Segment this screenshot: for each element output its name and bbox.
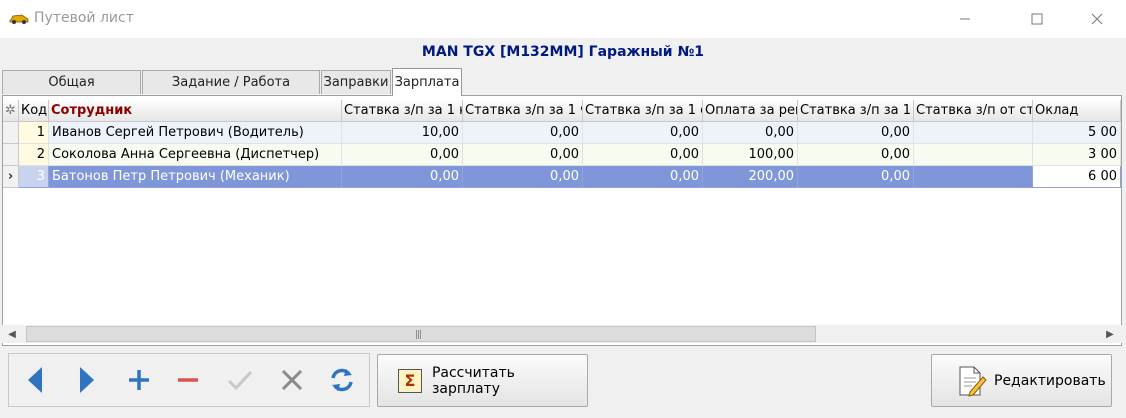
column-header-rate-3[interactable]: Статвка з/п за 1 е: [583, 100, 703, 122]
cell-rate-2: 0,00: [463, 122, 583, 144]
column-header-rate-1[interactable]: Статвка з/п за 1 к: [342, 100, 463, 122]
next-button[interactable]: [69, 362, 105, 398]
cancel-icon: [281, 369, 303, 391]
cell-rate-1: 0,00: [342, 166, 463, 188]
vehicle-title: MAN TGX [М132ММ] Гаражный №1: [421, 44, 705, 60]
cell-rate-1: 0,00: [342, 144, 463, 166]
grid-header: ✲ Код Сотрудник Статвка з/п за 1 к Статв…: [3, 100, 1121, 122]
refresh-button[interactable]: [324, 362, 360, 398]
cell-rate-3: 0,00: [583, 144, 703, 166]
cell-trip-pay: 200,00: [703, 166, 798, 188]
scroll-right-icon[interactable]: ▶: [1102, 325, 1118, 343]
edit-document-icon: [959, 366, 987, 397]
table-row[interactable]: 1 Иванов Сергей Петрович (Водитель) 10,0…: [3, 122, 1121, 144]
title-bar: Путевой лист: [0, 0, 1126, 38]
row-indicator: [3, 122, 19, 144]
tab-salary[interactable]: Зарплата: [392, 68, 462, 96]
cell-trip-pay: 0,00: [703, 122, 798, 144]
cell-kod: 3: [19, 166, 49, 188]
table-row[interactable]: 2 Соколова Анна Сергеевна (Диспетчер) 0,…: [3, 144, 1121, 166]
grip-icon: |||: [415, 330, 422, 340]
car-icon: [9, 14, 29, 24]
table-row-selected[interactable]: › 3 Батонов Петр Петрович (Механик) 0,00…: [3, 166, 1121, 188]
cell-rate-4: 0,00: [798, 166, 914, 188]
cell-kod: 1: [19, 122, 49, 144]
column-header-rate-5[interactable]: Статвка з/п от ст: [914, 100, 1033, 122]
add-button[interactable]: [121, 362, 157, 398]
scroll-left-icon[interactable]: ◀: [4, 325, 20, 343]
cell-rate-3: 0,00: [583, 166, 703, 188]
record-navigator: [8, 353, 370, 407]
prev-icon: [28, 367, 42, 393]
cell-kod: 2: [19, 144, 49, 166]
cell-rate-3: 0,00: [583, 122, 703, 144]
next-icon: [80, 367, 94, 393]
cancel-button[interactable]: [274, 362, 310, 398]
row-indicator: ›: [3, 166, 19, 188]
remove-icon: [178, 378, 198, 382]
add-icon: [129, 370, 149, 390]
cell-rate-4: 0,00: [798, 144, 914, 166]
cell-employee: Соколова Анна Сергеевна (Диспетчер): [49, 144, 342, 166]
close-icon: [1091, 13, 1103, 25]
tab-task-work[interactable]: Задание / Работа машины: [142, 70, 320, 114]
minimize-button[interactable]: [942, 0, 988, 38]
row-indicator-header[interactable]: ✲: [3, 100, 19, 122]
cell-salary[interactable]: 6 00: [1033, 166, 1121, 188]
column-header-rate-2[interactable]: Статвка з/п за 1 ч: [463, 100, 583, 122]
cell-salary: 3 00: [1033, 144, 1121, 166]
cell-rate-1: 10,00: [342, 122, 463, 144]
salary-grid: ✲ Код Сотрудник Статвка з/п за 1 к Статв…: [2, 95, 1122, 346]
window-title: Путевой лист: [34, 10, 134, 26]
column-header-kod[interactable]: Код: [19, 100, 49, 122]
cell-rate-2: 0,00: [463, 144, 583, 166]
confirm-button[interactable]: [222, 362, 258, 398]
remove-button[interactable]: [170, 362, 206, 398]
cell-rate-4: 0,00: [798, 122, 914, 144]
refresh-icon: [331, 368, 353, 392]
column-header-rate-4[interactable]: Статвка з/п за 1 т: [798, 100, 914, 122]
cell-rate-5: [914, 122, 1033, 144]
maximize-icon: [1031, 13, 1043, 25]
cell-salary: 5 00: [1033, 122, 1121, 144]
cell-employee: Батонов Петр Петрович (Механик): [49, 166, 342, 188]
confirm-icon: [227, 370, 253, 391]
edit-label: Редактировать: [994, 372, 1106, 389]
horizontal-scrollbar[interactable]: ◀ ||| ▶: [2, 325, 1122, 343]
column-header-salary[interactable]: Оклад: [1033, 100, 1121, 122]
cell-rate-5: [914, 166, 1033, 188]
minimize-icon: [960, 18, 970, 20]
cell-rate-2: 0,00: [463, 166, 583, 188]
sigma-icon: Σ: [398, 368, 422, 393]
calculate-salary-label: Рассчитать зарплату: [431, 364, 515, 397]
maximize-button[interactable]: [1014, 0, 1060, 38]
edit-button[interactable]: Редактировать: [931, 354, 1112, 407]
scrollbar-thumb[interactable]: |||: [26, 326, 816, 342]
row-indicator: [3, 144, 19, 166]
cell-employee: Иванов Сергей Петрович (Водитель): [49, 122, 342, 144]
close-button[interactable]: [1074, 0, 1120, 38]
column-header-trip-pay[interactable]: Оплата за рей: [703, 100, 798, 122]
calculate-salary-button[interactable]: Σ Рассчитать зарплату: [377, 354, 588, 407]
tab-general-info[interactable]: Общая информация: [2, 70, 141, 114]
cell-rate-5: [914, 144, 1033, 166]
column-header-employee[interactable]: Сотрудник: [49, 100, 342, 122]
prev-button[interactable]: [17, 362, 53, 398]
cell-trip-pay: 100,00: [703, 144, 798, 166]
tab-refuels[interactable]: Заправки: [321, 70, 391, 94]
